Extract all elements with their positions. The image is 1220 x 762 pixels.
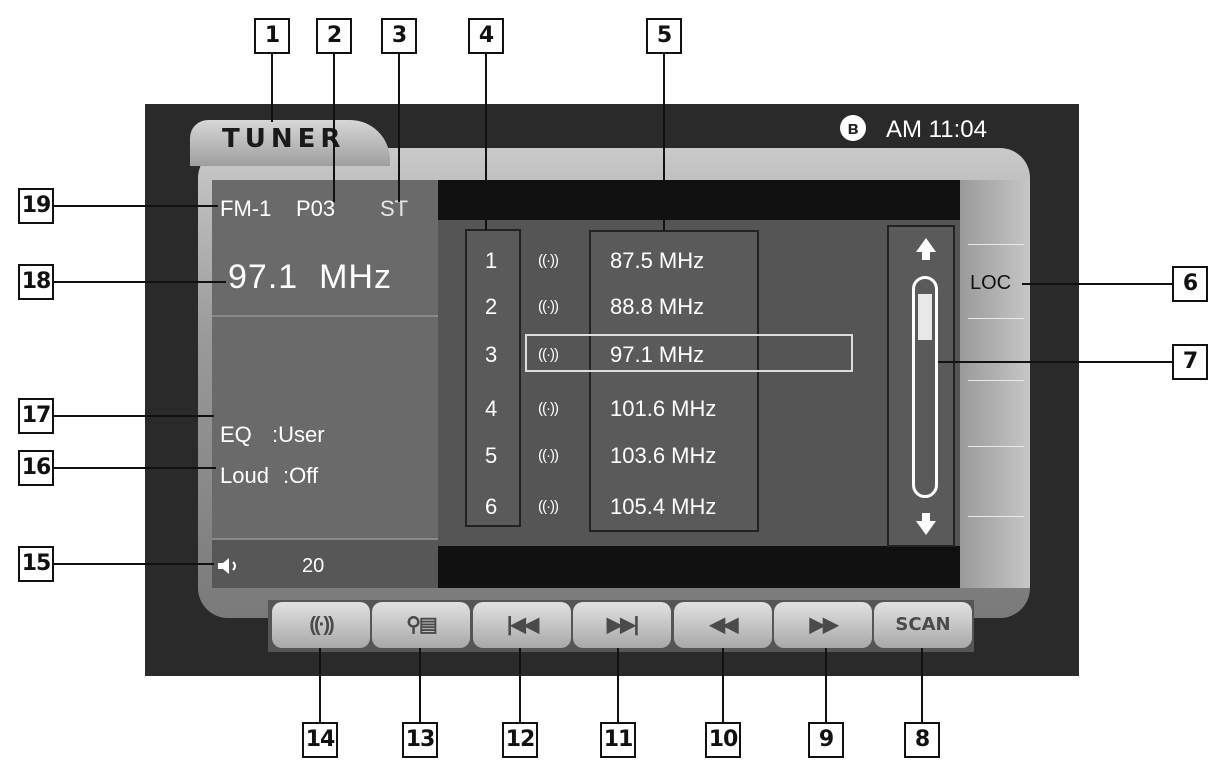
leader-line — [319, 648, 321, 722]
skip-previous-icon: |◀◀ — [506, 614, 539, 636]
scroll-up-arrow-icon[interactable] — [922, 252, 930, 260]
preset-item-2[interactable]: 88.8 MHz — [610, 294, 704, 320]
current-frequency: 97.1 MHz — [228, 258, 392, 296]
bluetooth-icon: ʙ — [840, 115, 866, 141]
seek-forward-button[interactable]: ▶▶ — [774, 602, 872, 648]
eq-value: :User — [272, 422, 325, 447]
skip-next-icon: ▶▶| — [606, 614, 639, 636]
speaker-icon — [218, 558, 236, 574]
eq-label: EQ — [220, 422, 252, 447]
leader-line — [419, 648, 421, 722]
band-button[interactable]: ((·)) — [272, 602, 370, 648]
antenna-icon: ((·)) — [538, 447, 559, 464]
leader-line — [54, 563, 214, 565]
scan-label: SCAN — [895, 614, 951, 635]
scrollbar-thumb[interactable] — [918, 294, 932, 340]
strip-divider — [968, 318, 1024, 319]
clock: AM 11:04 — [886, 116, 987, 143]
preset-item-6[interactable]: 105.4 MHz — [610, 494, 716, 520]
seek-back-icon: ◀◀ — [709, 614, 739, 636]
callout-15: 15 — [18, 546, 54, 582]
preset-number: 1 — [485, 248, 498, 273]
callout-2: 2 — [316, 18, 352, 54]
leader-line — [663, 54, 665, 230]
scan-button[interactable]: SCAN — [874, 602, 972, 648]
volume-bar — [212, 540, 438, 588]
leader-line — [271, 54, 273, 122]
preset-item-5[interactable]: 103.6 MHz — [610, 443, 716, 469]
leader-line — [485, 54, 487, 230]
callout-12: 12 — [502, 722, 538, 758]
search-save-button[interactable]: ⚲▤ — [372, 602, 470, 648]
callout-6: 6 — [1172, 266, 1208, 302]
antenna-icon: ((·)) — [538, 498, 559, 515]
seek-back-button[interactable]: ◀◀ — [674, 602, 772, 648]
leader-line — [1022, 283, 1172, 285]
callout-18: 18 — [18, 264, 54, 300]
info-panel — [212, 180, 438, 588]
callout-10: 10 — [705, 722, 741, 758]
seek-forward-icon: ▶▶ — [809, 614, 839, 636]
selected-preset-highlight — [525, 334, 853, 372]
preset-number: 6 — [485, 494, 498, 519]
preset-item-1[interactable]: 87.5 MHz — [610, 248, 704, 274]
callout-8: 8 — [904, 722, 940, 758]
loud-value: :Off — [283, 463, 319, 488]
callout-7: 7 — [1172, 344, 1208, 380]
callout-11: 11 — [600, 722, 636, 758]
search-save-icon: ⚲▤ — [406, 614, 438, 636]
leader-line — [398, 54, 400, 202]
leader-line — [54, 467, 216, 469]
next-preset-button[interactable]: ▶▶| — [573, 602, 671, 648]
side-strip — [960, 180, 1030, 588]
leader-line — [825, 648, 827, 722]
stereo-indicator: ST — [380, 196, 409, 221]
leader-line — [54, 415, 214, 417]
callout-16: 16 — [18, 450, 54, 486]
preset-number: 3 — [485, 342, 498, 367]
strip-divider — [968, 380, 1024, 381]
leader-line — [54, 281, 226, 283]
loud-label: Loud — [220, 463, 269, 488]
scroll-down-arrow-icon[interactable] — [916, 521, 936, 535]
callout-17: 17 — [18, 398, 54, 434]
callout-14: 14 — [302, 722, 338, 758]
callout-19: 19 — [18, 188, 54, 224]
loc-button[interactable]: LOC — [970, 272, 1011, 295]
strip-divider — [968, 244, 1024, 245]
strip-divider — [968, 446, 1024, 447]
callout-1: 1 — [254, 18, 290, 54]
band-indicator: FM-1 — [220, 196, 272, 221]
leader-line — [921, 648, 923, 722]
scroll-up-arrow-icon[interactable] — [916, 238, 936, 252]
callout-9: 9 — [808, 722, 844, 758]
callout-13: 13 — [402, 722, 438, 758]
volume-value: 20 — [302, 555, 325, 577]
preset-item-4[interactable]: 101.6 MHz — [610, 396, 716, 422]
preset-number: 4 — [485, 396, 498, 421]
tuner-title: TUNER — [222, 124, 346, 154]
preset-frequency-column — [589, 230, 759, 532]
prev-preset-button[interactable]: |◀◀ — [473, 602, 571, 648]
leader-line — [722, 648, 724, 722]
leader-line — [333, 54, 335, 202]
antenna-icon: ((·)) — [538, 400, 559, 417]
leader-line — [617, 648, 619, 722]
band-icon: ((·)) — [309, 614, 334, 636]
antenna-icon: ((·)) — [538, 298, 559, 315]
callout-4: 4 — [468, 18, 504, 54]
leader-line — [519, 648, 521, 722]
panel-divider — [212, 315, 438, 317]
preset-number: 2 — [485, 294, 498, 319]
callout-5: 5 — [646, 18, 682, 54]
scroll-down-arrow-icon[interactable] — [922, 513, 930, 521]
leader-line — [54, 205, 218, 207]
antenna-icon: ((·)) — [538, 252, 559, 269]
callout-3: 3 — [381, 18, 417, 54]
strip-divider — [968, 516, 1024, 517]
leader-line — [938, 361, 1172, 363]
preset-indicator: P03 — [296, 196, 336, 221]
preset-number: 5 — [485, 443, 498, 468]
